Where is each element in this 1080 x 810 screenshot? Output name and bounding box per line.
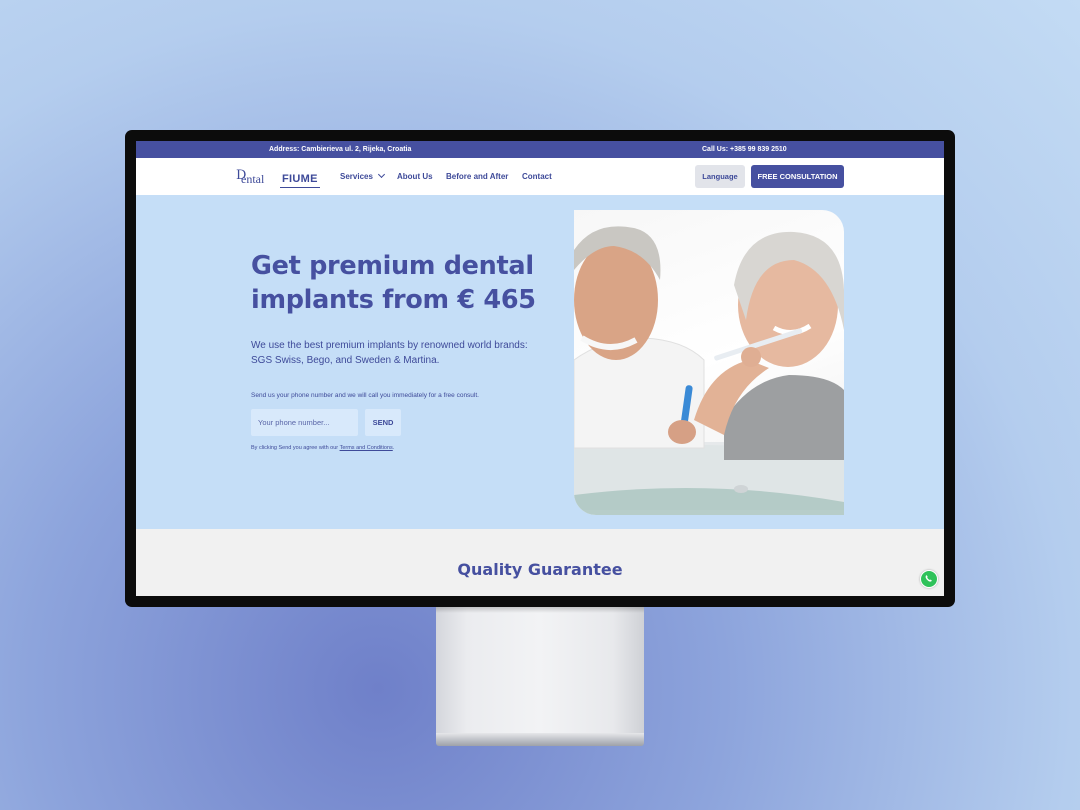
logo-text-fiume: FIUME xyxy=(282,173,318,185)
stand-shadow xyxy=(436,607,644,613)
callback-note: Send us your phone number and we will ca… xyxy=(251,392,479,399)
terms-link[interactable]: Terms and Conditions xyxy=(340,445,393,451)
website-screen: Address: Cambierieva ul. 2, Rijeka, Croa… xyxy=(136,141,944,596)
send-button[interactable]: SEND xyxy=(365,409,401,436)
address-text: Address: Cambierieva ul. 2, Rijeka, Croa… xyxy=(269,146,412,153)
quality-heading: Quality Guarantee xyxy=(457,560,623,579)
nav-item-about-us[interactable]: About Us xyxy=(397,172,433,181)
nav-item-label: Services xyxy=(340,172,373,181)
nav-item-contact[interactable]: Contact xyxy=(522,172,552,181)
call-us-link[interactable]: Call Us: +385 99 839 2510 xyxy=(702,146,787,153)
legal-note: By clicking Send you agree with our Term… xyxy=(251,445,394,451)
phone-number-input[interactable] xyxy=(251,409,358,436)
main-navigation: D ental FIUME Services About Us Before a… xyxy=(136,158,944,195)
logo-underline xyxy=(280,187,320,188)
legal-suffix: . xyxy=(392,445,395,451)
whatsapp-glyph xyxy=(925,575,932,582)
monitor-stand xyxy=(436,607,644,735)
hero-photo xyxy=(574,210,844,515)
legal-prefix: By clicking Send you agree with our xyxy=(251,445,340,451)
quality-section: Quality Guarantee xyxy=(136,529,944,596)
language-button[interactable]: Language xyxy=(695,165,745,188)
logo-text-dental: ental xyxy=(241,172,265,186)
site-logo[interactable]: D ental FIUME xyxy=(236,167,322,188)
whatsapp-icon[interactable] xyxy=(920,570,938,588)
monitor-stand-base xyxy=(436,733,644,746)
hero-photo-illustration xyxy=(574,226,844,515)
top-info-bar: Address: Cambierieva ul. 2, Rijeka, Croa… xyxy=(136,141,944,158)
hero-title: Get premium dental implants from € 465 xyxy=(251,251,536,315)
nav-item-before-after[interactable]: Before and After xyxy=(446,172,508,181)
nav-item-services[interactable]: Services xyxy=(340,170,385,181)
free-consultation-button[interactable]: FREE CONSULTATION xyxy=(751,165,844,188)
chevron-down-icon xyxy=(377,170,385,179)
hero-subtitle: We use the best premium implants by reno… xyxy=(251,340,528,366)
